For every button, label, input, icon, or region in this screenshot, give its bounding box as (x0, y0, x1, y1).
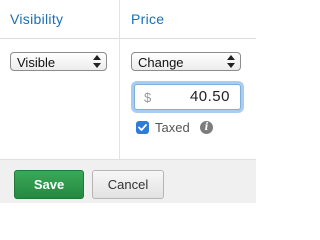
visibility-column-header: Visibility (0, 0, 119, 39)
price-amount-input[interactable]: $ 40.50 (134, 84, 241, 110)
bulk-edit-grid: Visibility Visible Price Change $ 40.50 (0, 0, 256, 159)
check-icon (138, 124, 147, 131)
form-actions: Save Cancel (0, 159, 256, 203)
currency-symbol: $ (144, 90, 152, 105)
save-button[interactable]: Save (14, 170, 84, 199)
info-icon[interactable]: i (200, 121, 213, 134)
price-header-label: Price (131, 11, 165, 27)
taxed-checkbox[interactable] (136, 121, 149, 134)
price-action-select[interactable]: Change (131, 52, 241, 71)
visibility-select-value: Visible (17, 55, 56, 70)
price-amount-value: 40.50 (189, 88, 230, 105)
taxed-label: Taxed (155, 120, 190, 135)
cancel-button[interactable]: Cancel (92, 170, 164, 199)
price-column: Price Change $ 40.50 Taxed i (120, 0, 256, 159)
price-column-header: Price (120, 0, 256, 39)
visibility-header-label: Visibility (10, 11, 64, 27)
select-arrows-icon (93, 55, 101, 68)
select-arrows-icon (227, 55, 235, 68)
visibility-select[interactable]: Visible (10, 52, 107, 71)
price-select-value: Change (138, 55, 184, 70)
visibility-column: Visibility Visible (0, 0, 120, 159)
